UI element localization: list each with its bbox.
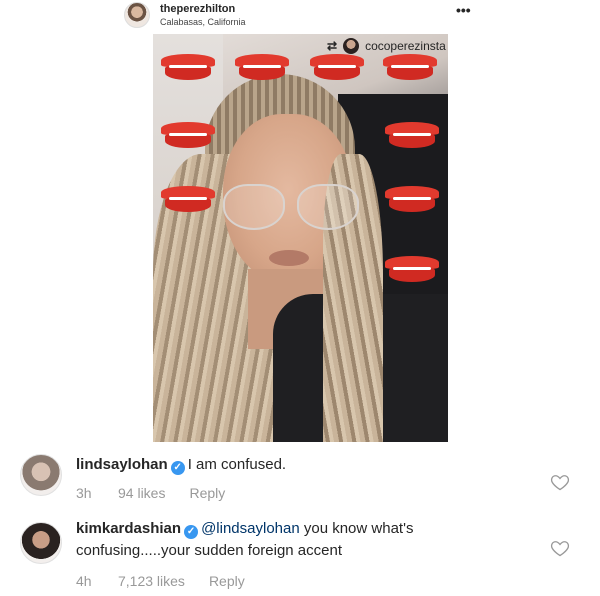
commenter-username[interactable]: kimkardashian (76, 520, 181, 537)
repost-username: cocoperezinsta (365, 39, 446, 53)
photo-glasses-lens (223, 184, 285, 230)
lips-sticker-icon (161, 54, 215, 80)
comment-mention-link[interactable]: @lindsaylohan (201, 520, 300, 537)
comment-text: lindsaylohan ✓ I am confused. (76, 454, 516, 476)
verified-badge-icon: ✓ (184, 525, 199, 539)
reply-button[interactable]: Reply (189, 485, 225, 501)
repost-credit[interactable]: ⇄ cocoperezinsta (327, 37, 446, 55)
lips-sticker-icon (383, 54, 437, 80)
commenter-avatar[interactable] (20, 522, 62, 564)
reply-button[interactable]: Reply (209, 573, 245, 589)
lips-sticker-icon (235, 54, 289, 80)
lips-sticker-icon (161, 122, 215, 148)
comment-time: 4h (76, 573, 92, 589)
more-options-icon[interactable]: ••• (456, 2, 471, 18)
lips-sticker-icon (385, 122, 439, 148)
comment-likes[interactable]: 7,123 likes (118, 573, 185, 589)
lips-sticker-icon (310, 54, 364, 80)
photo-glasses-lens (297, 184, 359, 230)
heart-icon[interactable] (550, 538, 570, 558)
photo-mouth (269, 250, 309, 266)
comment-body-line2: confusing.....your sudden foreign accent (76, 542, 343, 559)
heart-icon[interactable] (550, 472, 570, 492)
commenter-avatar[interactable] (20, 454, 62, 496)
comment-meta: 4h 7,123 likes Reply (76, 573, 245, 589)
post-photo[interactable] (153, 34, 448, 442)
comment-time: 3h (76, 485, 92, 501)
post-location[interactable]: Calabasas, California (160, 17, 246, 27)
post-header: theperezhilton Calabasas, California ••• (0, 0, 600, 34)
comment-body: I am confused. (187, 456, 287, 473)
lips-sticker-icon (161, 186, 215, 212)
comment-meta: 3h 94 likes Reply (76, 485, 225, 501)
commenter-username[interactable]: lindsaylohan (76, 456, 168, 473)
comment-text: kimkardashian ✓ @lindsaylohan you know wha… (76, 518, 516, 562)
verified-badge-icon: ✓ (170, 461, 185, 475)
lips-sticker-icon (385, 186, 439, 212)
comment-likes[interactable]: 94 likes (118, 485, 165, 501)
photo-glasses (223, 184, 363, 232)
lips-sticker-icon (385, 256, 439, 282)
repost-avatar (343, 38, 360, 54)
comment-body-line1: you know what's (299, 520, 414, 537)
poster-username[interactable]: theperezhilton (160, 3, 235, 15)
poster-avatar[interactable] (124, 2, 150, 28)
repost-icon: ⇄ (327, 39, 338, 53)
